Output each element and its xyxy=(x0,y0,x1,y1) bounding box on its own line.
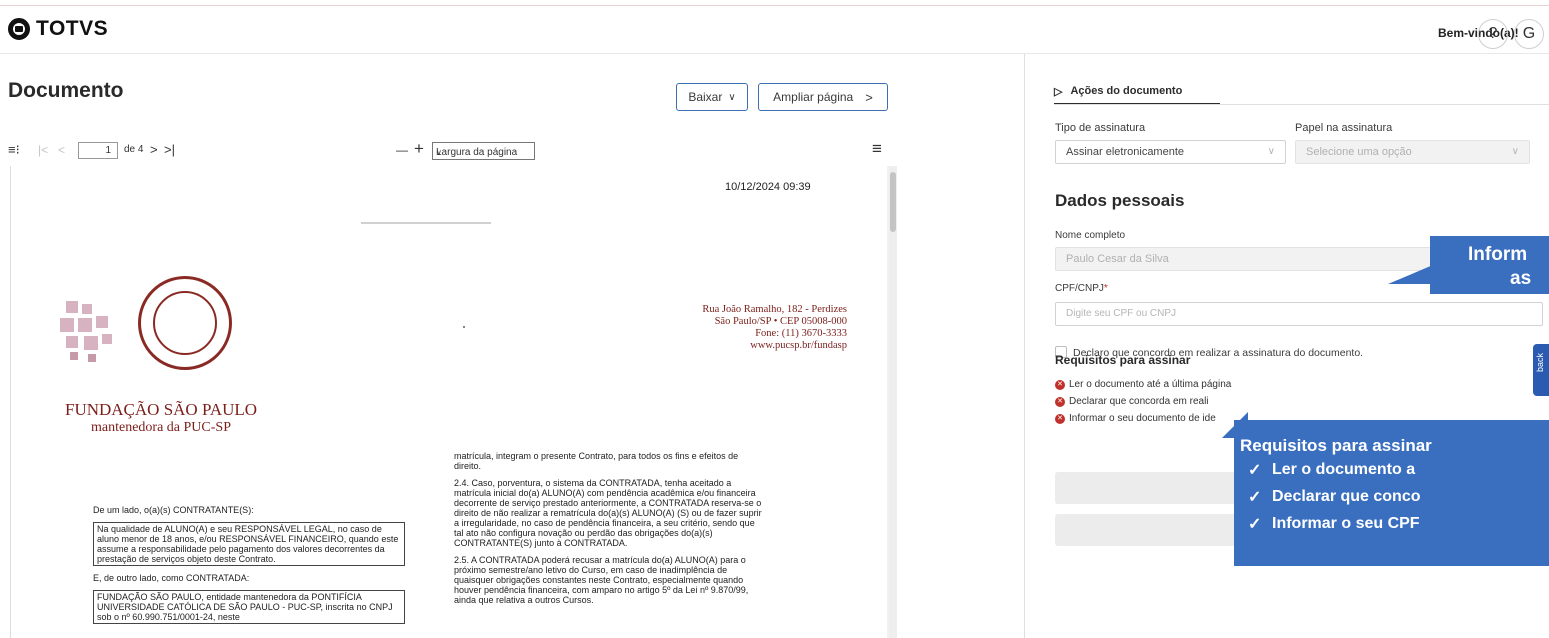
more-options-icon[interactable]: ≡ xyxy=(872,140,882,158)
next-page-icon[interactable]: > xyxy=(150,140,158,160)
error-x-icon: ✕ xyxy=(1055,379,1065,390)
check-icon: ✓ xyxy=(1248,462,1262,479)
sidebar-toggle-icon[interactable]: ≡⁝ xyxy=(8,140,20,160)
signature-type-value: Assinar eletronicamente xyxy=(1066,146,1185,158)
address-line: São Paulo/SP • CEP 05008-000 xyxy=(714,316,847,327)
contract-right-column: matrícula, integram o presente Contrato,… xyxy=(454,451,766,612)
full-name-label: Nome completo xyxy=(1055,230,1126,241)
check-icon: ✓ xyxy=(1248,489,1262,506)
callout-cpf-line2: as xyxy=(1510,268,1532,289)
required-marker: * xyxy=(1103,283,1108,294)
zoom-out-icon[interactable]: — xyxy=(396,140,408,160)
tab-label: Ações do documento xyxy=(1070,85,1183,97)
contract-paragraph: De um lado, o(a)(s) CONTRATANTE(S): xyxy=(93,505,254,515)
address-line: Fone: (11) 3670-3333 xyxy=(755,328,847,339)
document-page: 10/12/2024 09:39 FUNDAÇÃO SÃO PAULO mant… xyxy=(11,166,887,638)
expand-page-button[interactable]: Ampliar página > xyxy=(758,83,888,111)
page-count: de 4 xyxy=(124,144,144,155)
decorative-motif-icon xyxy=(60,301,112,362)
role-select[interactable]: Selecione uma opção ∨ xyxy=(1295,140,1530,164)
contract-paragraph: Na qualidade de ALUNO(A) e seu RESPONSÁV… xyxy=(93,522,405,566)
requirement-text: Informar o seu documento de ide xyxy=(1069,413,1216,424)
callout-item: ✓ Ler o documento a xyxy=(1248,460,1415,480)
logo-text: TOTVS xyxy=(36,17,109,40)
requirement-item: ✕ Declarar que concorda em reali xyxy=(1055,396,1209,407)
signature-type-select[interactable]: Assinar eletronicamente ∨ xyxy=(1055,140,1286,164)
callout-cpf-line1: Inform xyxy=(1468,244,1528,265)
role-label: Papel na assinatura xyxy=(1295,122,1393,134)
help-icon: ? xyxy=(1488,25,1498,42)
address-line: www.pucsp.br/fundasp xyxy=(750,340,847,351)
foundation-name: FUNDAÇÃO SÃO PAULO xyxy=(65,400,258,419)
stray-dot xyxy=(463,326,465,328)
app-header: TOTVS Bem-vindo(a)! ? G xyxy=(0,6,1549,54)
totvs-logo-icon xyxy=(8,18,30,40)
callout-requirements-title: Requisitos para assinar xyxy=(1240,436,1432,455)
callout-item: ✓ Informar o seu CPF xyxy=(1248,514,1420,534)
cpf-label: CPF/CNPJ* xyxy=(1055,283,1108,294)
document-datetime: 10/12/2024 09:39 xyxy=(725,181,811,193)
expand-label: Ampliar página xyxy=(773,90,854,104)
feedback-tab[interactable]: back xyxy=(1533,344,1549,396)
callout-item-text: Declarar que conco xyxy=(1272,488,1421,505)
download-button[interactable]: Baixar ∨ xyxy=(676,83,748,111)
callout-item-text: Ler o documento a xyxy=(1272,461,1416,478)
cpf-label-text: CPF/CNPJ xyxy=(1055,283,1104,294)
address-line: Rua João Ramalho, 182 - Perdizes xyxy=(702,304,847,315)
tab-baseline xyxy=(1054,104,1549,105)
totvs-logo[interactable]: TOTVS xyxy=(8,17,108,41)
faint-header-text xyxy=(361,222,491,224)
requirement-item: ✕ Informar o seu documento de ide xyxy=(1055,413,1216,424)
contract-paragraph: FUNDAÇÃO SÃO PAULO, entidade mantenedora… xyxy=(93,590,405,624)
panel-divider xyxy=(1024,54,1025,638)
viewer-scrollbar[interactable] xyxy=(889,166,897,638)
requirement-item: ✕ Ler o documento até a última página xyxy=(1055,379,1231,390)
foundation-subtitle: mantenedora da PUC-SP xyxy=(91,420,231,435)
check-icon: ✓ xyxy=(1248,516,1262,533)
error-x-icon: ✕ xyxy=(1055,396,1065,407)
zoom-select-value: Largura da página xyxy=(436,147,518,158)
requirement-text: Ler o documento até a última página xyxy=(1069,379,1232,390)
error-x-icon: ✕ xyxy=(1055,413,1065,424)
callout-item-text: Informar o seu CPF xyxy=(1272,515,1420,532)
requirement-text: Declarar que concorda em reali xyxy=(1069,396,1209,407)
last-page-icon[interactable]: >| xyxy=(164,140,175,160)
zoom-in-icon[interactable]: + xyxy=(414,140,424,158)
help-button[interactable]: ? xyxy=(1478,19,1508,49)
contract-paragraph: matrícula, integram o presente Contrato,… xyxy=(454,451,739,471)
contract-paragraph: 2.5. A CONTRATADA poderá recusar a matrí… xyxy=(454,555,749,605)
chevron-down-icon: ∨ xyxy=(728,91,736,103)
play-icon: ▷ xyxy=(1054,85,1063,98)
contract-paragraph: E, de outro lado, como CONTRATADA: xyxy=(93,573,250,583)
page-title: Documento xyxy=(8,79,124,102)
chevron-down-icon: ∨ xyxy=(1267,146,1275,157)
scrollbar-thumb[interactable] xyxy=(890,172,896,232)
logout-button[interactable]: G xyxy=(1514,19,1544,49)
zoom-select[interactable]: Largura da página ∨ xyxy=(432,142,535,160)
download-label: Baixar xyxy=(688,90,723,104)
feedback-label: back xyxy=(1535,352,1545,372)
seal-icon xyxy=(138,276,232,370)
callout-item: ✓ Declarar que conco xyxy=(1248,487,1421,507)
chevron-down-icon: ∨ xyxy=(1511,146,1519,157)
page-number-input[interactable]: 1 xyxy=(78,142,118,159)
first-page-icon[interactable]: |< xyxy=(38,140,48,160)
personal-data-title: Dados pessoais xyxy=(1055,191,1185,210)
pdf-viewer[interactable]: 10/12/2024 09:39 FUNDAÇÃO SÃO PAULO mant… xyxy=(10,166,897,638)
cpf-input[interactable]: Digite seu CPF ou CNPJ xyxy=(1055,302,1543,326)
role-placeholder: Selecione uma opção xyxy=(1306,146,1412,158)
foundation-address: Rua João Ramalho, 182 - Perdizes São Pau… xyxy=(551,304,847,352)
logout-icon: G xyxy=(1522,25,1536,42)
contract-paragraph: 2.4. Caso, porventura, o sistema da CONT… xyxy=(454,478,762,548)
signature-type-label: Tipo de assinatura xyxy=(1055,122,1146,134)
tab-document-actions[interactable]: ▷ Ações do documento xyxy=(1054,80,1182,102)
requirements-title: Requisitos para assinar xyxy=(1055,353,1191,367)
contract-left-column: De um lado, o(a)(s) CONTRATANTE(S): Na q… xyxy=(93,505,405,631)
chevron-right-icon: > xyxy=(865,89,873,105)
prev-page-icon[interactable]: < xyxy=(58,140,65,160)
pdf-toolbar: ≡⁝ |< < 1 de 4 > >| — + Largura da págin… xyxy=(8,140,892,162)
